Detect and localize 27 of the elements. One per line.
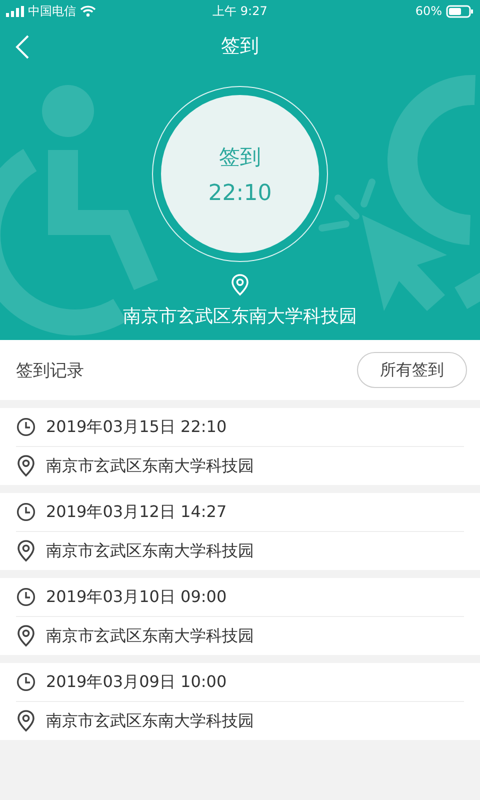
signal-icon <box>6 6 24 16</box>
section-title: 签到记录 <box>16 360 84 382</box>
record-time: 2019年03月12日 14:27 <box>46 502 227 522</box>
clock-icon <box>16 672 36 692</box>
location-pin-icon <box>17 710 35 732</box>
location-pin-icon <box>17 455 35 477</box>
location-pin-icon <box>231 274 249 296</box>
battery-icon <box>446 4 474 18</box>
record-time: 2019年03月10日 09:00 <box>46 586 227 608</box>
clock-icon <box>16 417 36 437</box>
record-time: 2019年03月15日 22:10 <box>46 416 227 438</box>
clock-icon <box>16 587 36 607</box>
location-pin-icon <box>17 540 35 562</box>
clock-icon <box>16 502 36 522</box>
battery-percent: 60% <box>415 4 442 18</box>
carrier-name: 中国电信 <box>28 2 76 20</box>
current-location: 南京市玄武区东南大学科技园 <box>123 305 357 328</box>
record-location: 南京市玄武区东南大学科技园 <box>46 626 254 646</box>
record-location: 南京市玄武区东南大学科技园 <box>46 456 254 476</box>
page-title: 签到 <box>221 34 259 59</box>
record-time: 2019年03月09日 10:00 <box>46 672 227 692</box>
location-pin-icon <box>17 625 35 647</box>
clock-time: 上午 9:27 <box>212 4 268 18</box>
record-location: 南京市玄武区东南大学科技园 <box>46 710 254 732</box>
record-location: 南京市玄武区东南大学科技园 <box>46 540 254 562</box>
all-records-button[interactable]: 所有签到 <box>357 352 467 388</box>
wifi-icon <box>80 5 96 17</box>
